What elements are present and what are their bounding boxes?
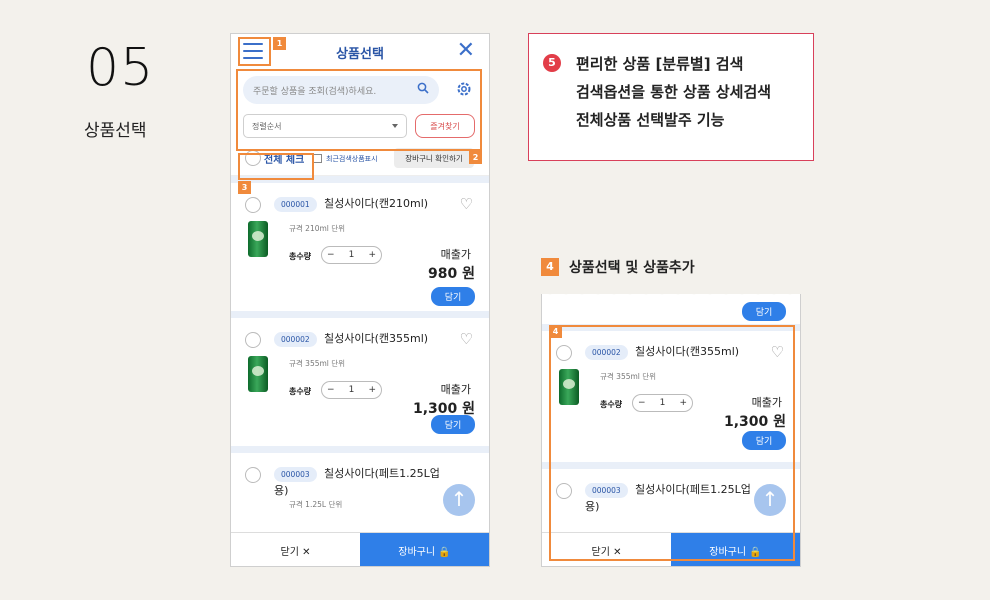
item-spec: 규격 1.25L 단위	[289, 500, 343, 509]
price-label: 매출가	[440, 383, 471, 396]
bottom-bar: 닫기 ✕ 장바구니 🔒	[231, 532, 489, 566]
section-4-label: 4 상품선택 및 상품추가	[541, 257, 695, 277]
add-button[interactable]: 담기	[431, 287, 475, 306]
item-name: 칠성사이다(페트1.25L업	[324, 467, 440, 480]
quantity-stepper[interactable]: − 1 +	[321, 246, 382, 264]
cart-button[interactable]: 장바구니 🔒	[360, 533, 489, 566]
annotation-tag-3: 3	[238, 181, 251, 194]
qty-value: 1	[348, 385, 355, 395]
item-spec: 규격 355ml 단위	[289, 359, 346, 368]
product-image	[248, 356, 268, 392]
torn-edge	[542, 294, 800, 300]
qty-label: 총수량	[289, 252, 312, 261]
heart-icon[interactable]: ♡	[460, 330, 473, 348]
plus-icon[interactable]: +	[368, 250, 376, 260]
product-image	[248, 221, 268, 257]
minus-icon[interactable]: −	[327, 385, 335, 395]
note-line: 전체상품 선택발주 기능	[576, 111, 725, 129]
annotation-box-3	[238, 153, 314, 180]
add-button[interactable]: 담기	[431, 415, 475, 434]
note-line: 검색옵션을 통한 상품 상세검색	[576, 83, 772, 101]
item-name-cont: 용)	[274, 484, 289, 497]
step-number: 05	[86, 38, 155, 98]
phone-screen: 상품선택 ✕ 주문할 상품을 조회(검색)하세요. 정렬순서 즐겨찾기 전체 체…	[230, 33, 490, 567]
close-button[interactable]: 닫기 ✕	[231, 533, 360, 566]
phone-crop: 담기 000002 칠성사이다(캔355ml) ♡ 규격 355ml 단위 총수…	[541, 294, 801, 567]
item-price: 980 원	[428, 266, 475, 282]
add-button[interactable]: 담기	[742, 302, 786, 321]
item-checkbox[interactable]	[245, 467, 261, 483]
divider	[231, 311, 489, 318]
item-checkbox[interactable]	[245, 197, 261, 213]
item-spec: 규격 210ml 단위	[289, 224, 346, 233]
item-code: 000001	[274, 197, 317, 212]
recent-checkbox[interactable]	[313, 154, 322, 163]
annotation-tag-1: 1	[273, 37, 286, 50]
close-icon[interactable]: ✕	[457, 38, 475, 63]
divider	[231, 446, 489, 453]
heart-icon[interactable]: ♡	[460, 195, 473, 213]
qty-label: 총수량	[289, 387, 312, 396]
cart-check-button[interactable]: 장바구니 확인하기	[394, 148, 474, 168]
note-line: 편리한 상품 [분류별] 검색	[576, 55, 744, 73]
annotation-tag-4: 4	[549, 325, 562, 338]
annotation-tag-2: 2	[469, 151, 482, 164]
quantity-stepper[interactable]: − 1 +	[321, 381, 382, 399]
scroll-top-button[interactable]: ↑	[443, 484, 475, 516]
item-code: 000003	[274, 467, 317, 482]
qty-value: 1	[348, 250, 355, 260]
minus-icon[interactable]: −	[327, 250, 335, 260]
plus-icon[interactable]: +	[368, 385, 376, 395]
section-4-title: 상품선택 및 상품추가	[569, 260, 695, 276]
list-item: 000002 칠성사이다(캔355ml) ♡ 규격 355ml 단위 총수량 −…	[231, 318, 489, 446]
step-title: 상품선택	[84, 121, 147, 141]
price-label: 매출가	[440, 248, 471, 261]
item-code: 000002	[274, 332, 317, 347]
list-item: 000001 칠성사이다(캔210ml) ♡ 규격 210ml 단위 총수량 −…	[231, 183, 489, 311]
item-checkbox[interactable]	[245, 332, 261, 348]
item-name: 칠성사이다(캔355ml)	[324, 332, 429, 345]
section-4-number: 4	[541, 258, 559, 276]
item-name: 칠성사이다(캔210ml)	[324, 197, 429, 210]
annotation-box-1	[238, 37, 271, 66]
recent-label: 최근검색상품표시	[326, 155, 378, 163]
feature-note: 5 편리한 상품 [분류별] 검색 검색옵션을 통한 상품 상세검색 전체상품 …	[528, 33, 814, 161]
note-badge: 5	[543, 54, 561, 72]
annotation-box-2	[236, 69, 482, 151]
annotation-box-4	[549, 325, 795, 561]
